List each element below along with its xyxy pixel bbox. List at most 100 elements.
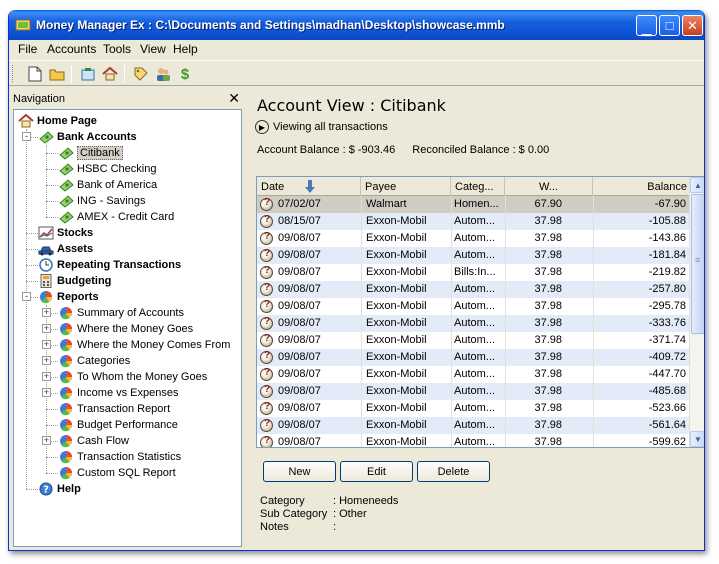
menu-file[interactable]: File	[18, 42, 37, 56]
nav-item-where-the-money-goes[interactable]: Where the Money Goes	[58, 321, 193, 337]
toolbar-separator	[124, 65, 125, 83]
scroll-down-button[interactable]: ▼	[690, 431, 704, 447]
expand-toggle[interactable]: +	[42, 436, 51, 445]
unreconciled-status-icon	[260, 435, 273, 447]
cell-payee: Exxon-Mobil	[366, 351, 427, 363]
vertical-scrollbar[interactable]: ▲ ▼	[689, 177, 704, 447]
nav-item-repeating-transactions[interactable]: Repeating Transactions	[38, 257, 181, 273]
nav-item-assets[interactable]: Assets	[38, 241, 93, 257]
nav-item-citibank[interactable]: Citibank	[58, 145, 123, 161]
cell-payee: Exxon-Mobil	[366, 419, 427, 431]
home-button[interactable]	[100, 64, 120, 84]
expand-toggle[interactable]: +	[42, 308, 51, 317]
cell-balance: -181.84	[648, 249, 686, 261]
pie-chart-icon	[58, 370, 74, 384]
column-header-payee[interactable]: Payee	[361, 177, 451, 196]
nav-item-home-page[interactable]: Home Page	[18, 113, 97, 129]
delete-button[interactable]: Delete	[417, 461, 490, 482]
grid-body: 07/02/07 Walmart Homen... 67.90 -67.90 08/15/…	[257, 196, 691, 448]
expand-toggle[interactable]: +	[42, 324, 51, 333]
expand-toggle[interactable]: +	[42, 388, 51, 397]
unreconciled-status-icon	[260, 316, 273, 330]
table-row[interactable]: 09/08/07 Exxon-Mobil Autom... 37.98 -485.68	[257, 383, 691, 400]
table-row[interactable]: 09/08/07 Exxon-Mobil Autom... 37.98 -371.74	[257, 332, 691, 349]
menu-tools[interactable]: Tools	[103, 42, 131, 56]
expand-toggle[interactable]: +	[42, 372, 51, 381]
detail-key: Notes	[260, 521, 289, 533]
table-row[interactable]: 09/08/07 Exxon-Mobil Bills:In... 37.98 -219.…	[257, 264, 691, 281]
nav-item-budgeting[interactable]: Budgeting	[38, 273, 111, 289]
title-bar[interactable]: Money Manager Ex : C:\Documents and Sett…	[9, 10, 704, 40]
column-header-withdrawal[interactable]: W...	[505, 177, 593, 196]
unreconciled-status-icon	[260, 418, 273, 432]
nav-item-ing-savings[interactable]: ING - Savings	[58, 193, 145, 209]
column-header-date[interactable]: Date	[257, 177, 361, 196]
edit-button[interactable]: Edit	[340, 461, 413, 482]
users-icon	[157, 68, 170, 81]
money-icon	[58, 210, 74, 224]
table-row[interactable]: 09/08/07 Exxon-Mobil Autom... 37.98 -599.62	[257, 434, 691, 448]
open-file-button[interactable]	[47, 64, 67, 84]
table-row[interactable]: 09/08/07 Exxon-Mobil Autom... 37.98 -295.78	[257, 298, 691, 315]
nav-item-cash-flow[interactable]: Cash Flow	[58, 433, 129, 449]
minimize-button[interactable]: ▁	[636, 15, 657, 36]
expand-toggle[interactable]: +	[42, 340, 51, 349]
nav-item-budget-performance[interactable]: Budget Performance	[58, 417, 178, 433]
new-file-button[interactable]	[25, 64, 45, 84]
nav-item-custom-sql-report[interactable]: Custom SQL Report	[58, 465, 176, 481]
table-row[interactable]: 09/08/07 Exxon-Mobil Autom... 37.98 -181.84	[257, 247, 691, 264]
filter-toggle[interactable]: ▶ Viewing all transactions	[255, 120, 388, 134]
new-button[interactable]: New	[263, 461, 336, 482]
nav-item-bank-accounts[interactable]: Bank Accounts	[38, 129, 137, 145]
toolbar-grip[interactable]	[12, 65, 15, 82]
table-row[interactable]: 09/08/07 Exxon-Mobil Autom... 37.98 -333.76	[257, 315, 691, 332]
tree-connector-line	[26, 249, 38, 250]
nav-item-bank-of-america[interactable]: Bank of America	[58, 177, 157, 193]
nav-item-income-vs-expenses[interactable]: Income vs Expenses	[58, 385, 179, 401]
nav-item-transaction-report[interactable]: Transaction Report	[58, 401, 170, 417]
currency-button[interactable]: $	[175, 64, 195, 84]
nav-item-reports[interactable]: Reports	[38, 289, 99, 305]
menu-help[interactable]: Help	[173, 42, 198, 56]
navigation-close-button[interactable]: ✕	[228, 90, 240, 107]
tree-connector-line	[26, 233, 38, 234]
new-account-button[interactable]	[78, 64, 98, 84]
detail-key: Category	[260, 495, 305, 507]
table-row[interactable]: 08/15/07 Exxon-Mobil Autom... 37.98 -105.88	[257, 213, 691, 230]
menu-view[interactable]: View	[140, 42, 166, 56]
nav-item-amex-credit-card[interactable]: AMEX - Credit Card	[58, 209, 174, 225]
expand-toggle[interactable]: +	[42, 356, 51, 365]
scroll-thumb[interactable]	[691, 194, 704, 334]
nav-item-categories[interactable]: Categories	[58, 353, 130, 369]
table-row[interactable]: 07/02/07 Walmart Homen... 67.90 -67.90	[257, 196, 691, 213]
payees-button[interactable]	[153, 64, 173, 84]
nav-item-to-whom-the-money-goes[interactable]: To Whom the Money Goes	[58, 369, 207, 385]
cell-withdrawal: 37.98	[534, 436, 562, 448]
scroll-up-button[interactable]: ▲	[690, 177, 704, 193]
collapse-toggle[interactable]: -	[22, 132, 31, 141]
close-button[interactable]: ✕	[682, 15, 703, 36]
collapse-toggle[interactable]: -	[22, 292, 31, 301]
nav-item-summary-of-accounts[interactable]: Summary of Accounts	[58, 305, 184, 321]
unreconciled-status-icon	[260, 350, 273, 364]
nav-item-where-the-money-comes-from[interactable]: Where the Money Comes From	[58, 337, 230, 353]
menu-accounts[interactable]: Accounts	[47, 42, 96, 56]
categories-button[interactable]	[131, 64, 151, 84]
cell-category: Homen...	[454, 198, 499, 210]
table-row[interactable]: 09/08/07 Exxon-Mobil Autom... 37.98 -143.86	[257, 230, 691, 247]
cell-category: Autom...	[454, 283, 495, 295]
table-row[interactable]: 09/08/07 Exxon-Mobil Autom... 37.98 -523.66	[257, 400, 691, 417]
maximize-button[interactable]: □	[659, 15, 680, 36]
table-row[interactable]: 09/08/07 Exxon-Mobil Autom... 37.98 -447.70	[257, 366, 691, 383]
table-row[interactable]: 09/08/07 Exxon-Mobil Autom... 37.98 -257.80	[257, 281, 691, 298]
nav-item-stocks[interactable]: Stocks	[38, 225, 93, 241]
column-header-balance[interactable]: Balance	[593, 177, 691, 196]
table-row[interactable]: 09/08/07 Exxon-Mobil Autom... 37.98 -561.64	[257, 417, 691, 434]
nav-item-help[interactable]: ? Help	[38, 481, 81, 497]
money-icon	[58, 178, 74, 192]
column-header-category[interactable]: Categ...	[451, 177, 505, 196]
cell-date: 09/08/07	[278, 436, 321, 448]
nav-item-transaction-statistics[interactable]: Transaction Statistics	[58, 449, 181, 465]
nav-item-hsbc-checking[interactable]: HSBC Checking	[58, 161, 156, 177]
table-row[interactable]: 09/08/07 Exxon-Mobil Autom... 37.98 -409.72	[257, 349, 691, 366]
